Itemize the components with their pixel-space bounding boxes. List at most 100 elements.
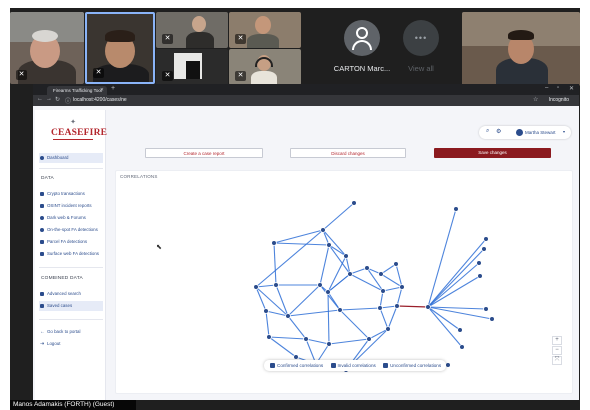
graph-node[interactable] bbox=[385, 326, 391, 332]
participant-tile-6[interactable]: ✕ bbox=[229, 49, 301, 85]
fit-view-button[interactable]: ⤧ bbox=[552, 356, 562, 365]
correlation-edge[interactable] bbox=[319, 244, 330, 286]
correlation-edge[interactable] bbox=[273, 242, 330, 246]
graph-node[interactable] bbox=[326, 242, 332, 248]
zoom-in-button[interactable]: + bbox=[552, 336, 562, 345]
graph-node[interactable] bbox=[476, 260, 482, 266]
graph-node[interactable] bbox=[489, 316, 495, 322]
graph-node[interactable] bbox=[366, 336, 372, 342]
invalid-correlation-edge[interactable] bbox=[396, 305, 429, 308]
graph-node[interactable] bbox=[266, 334, 272, 340]
graph-node[interactable] bbox=[347, 271, 353, 277]
graph-node[interactable] bbox=[343, 253, 349, 259]
correlation-edge[interactable] bbox=[287, 284, 321, 317]
correlation-edge[interactable] bbox=[427, 262, 480, 308]
ceasefire-logo[interactable]: ✦ CEASEFIRE bbox=[51, 118, 107, 142]
graph-node[interactable] bbox=[351, 200, 357, 206]
correlation-edge[interactable] bbox=[349, 273, 384, 292]
maximize-icon[interactable]: ▫ bbox=[557, 85, 559, 91]
graph-node[interactable] bbox=[399, 284, 405, 290]
graph-node[interactable] bbox=[380, 288, 386, 294]
browser-tab[interactable]: Firearms Trafficking Tool ✕ bbox=[47, 86, 107, 95]
url-field[interactable]: localhost:4200/cases/ne bbox=[73, 96, 127, 105]
close-tab-icon[interactable]: ✕ bbox=[100, 86, 104, 95]
settings-icon[interactable]: ⚙ bbox=[496, 128, 501, 135]
correlation-edge[interactable] bbox=[273, 242, 277, 286]
new-tab-icon[interactable]: + bbox=[111, 85, 115, 92]
sidebar-item-advanced-search[interactable]: Advanced search bbox=[39, 289, 103, 299]
graph-node[interactable] bbox=[303, 336, 309, 342]
sidebar-item-crypto[interactable]: Crypto transactions bbox=[39, 189, 103, 199]
graph-node[interactable] bbox=[483, 236, 489, 242]
correlation-edge[interactable] bbox=[387, 305, 398, 330]
graph-node[interactable] bbox=[325, 289, 331, 295]
back-icon[interactable]: ← bbox=[37, 96, 43, 102]
star-icon[interactable]: ☆ bbox=[533, 96, 538, 103]
sidebar-item-darkweb[interactable]: Dark web & Forums bbox=[39, 213, 103, 223]
graph-node[interactable] bbox=[445, 362, 451, 368]
correlation-edge[interactable] bbox=[305, 338, 330, 345]
graph-node[interactable] bbox=[394, 303, 400, 309]
correlation-edge[interactable] bbox=[275, 284, 289, 317]
correlation-edge[interactable] bbox=[382, 286, 403, 292]
save-changes-button[interactable]: Save changes bbox=[434, 148, 551, 158]
correlation-edge[interactable] bbox=[379, 307, 389, 330]
participant-tile-2[interactable]: ✕ bbox=[85, 12, 155, 84]
graph-node[interactable] bbox=[425, 304, 431, 310]
correlation-edge[interactable] bbox=[327, 291, 330, 345]
graph-node[interactable] bbox=[320, 227, 326, 233]
zoom-out-button[interactable]: − bbox=[552, 346, 562, 355]
sidebar-item-parcel[interactable]: Parcel FA detections bbox=[39, 237, 103, 247]
graph-node[interactable] bbox=[285, 313, 291, 319]
graph-node[interactable] bbox=[253, 284, 259, 290]
graph-node[interactable] bbox=[337, 307, 343, 313]
correlation-edge[interactable] bbox=[327, 273, 351, 293]
graph-node[interactable] bbox=[453, 206, 459, 212]
participant-tile-avatar[interactable]: CARTON Marc... bbox=[326, 12, 396, 86]
create-case-report-button[interactable]: Create a case report bbox=[145, 148, 263, 158]
sidebar-item-surfaceweb[interactable]: Surface web FA detections bbox=[39, 249, 103, 259]
graph-node[interactable] bbox=[459, 344, 465, 350]
correlation-edge[interactable] bbox=[265, 310, 270, 338]
correlation-edge[interactable] bbox=[255, 286, 267, 312]
sidebar-item-onthespot[interactable]: On-the-spot FA detections bbox=[39, 225, 103, 235]
search-icon[interactable]: ⌕ bbox=[486, 128, 489, 135]
graph-node[interactable] bbox=[483, 306, 489, 312]
graph-node[interactable] bbox=[477, 273, 483, 279]
correlation-edge[interactable] bbox=[368, 328, 389, 340]
graph-node[interactable] bbox=[377, 305, 383, 311]
discard-changes-button[interactable]: Discard changes bbox=[290, 148, 406, 158]
correlation-edge[interactable] bbox=[427, 238, 487, 308]
sidebar-item-logout[interactable]: ⇥ Logout bbox=[39, 339, 103, 349]
graph-node[interactable] bbox=[263, 308, 269, 314]
graph-node[interactable] bbox=[293, 354, 299, 360]
correlation-edge[interactable] bbox=[322, 202, 355, 231]
graph-node[interactable] bbox=[364, 265, 370, 271]
sidebar-item-back-to-portal[interactable]: ← Go back to portal bbox=[39, 327, 103, 337]
correlation-edge[interactable] bbox=[287, 315, 307, 340]
correlation-edge[interactable] bbox=[327, 291, 341, 311]
correlation-edge[interactable] bbox=[427, 306, 463, 348]
sidebar-item-dashboard[interactable]: Dashboard bbox=[39, 153, 103, 163]
graph-node[interactable] bbox=[393, 261, 399, 267]
graph-node[interactable] bbox=[326, 341, 332, 347]
sidebar-item-saved-cases[interactable]: Saved cases bbox=[39, 301, 103, 311]
correlation-edge[interactable] bbox=[339, 309, 370, 340]
graph-node[interactable] bbox=[271, 240, 277, 246]
participant-tile-3[interactable]: ✕ bbox=[156, 12, 228, 48]
view-all-button[interactable]: ••• View all bbox=[396, 12, 446, 86]
graph-node[interactable] bbox=[378, 271, 384, 277]
graph-node[interactable] bbox=[273, 282, 279, 288]
graph-node[interactable] bbox=[481, 246, 487, 252]
participant-tile-5[interactable]: ✕ bbox=[156, 49, 228, 85]
user-menu[interactable]: ⌕ ⚙ Martha Stewart ▾ bbox=[479, 126, 571, 139]
correlation-edge[interactable] bbox=[328, 338, 370, 345]
correlation-edge[interactable] bbox=[255, 286, 289, 317]
correlation-edge[interactable] bbox=[396, 286, 403, 307]
correlation-edge[interactable] bbox=[339, 307, 381, 311]
graph-node[interactable] bbox=[457, 327, 463, 333]
correlation-edge[interactable] bbox=[287, 309, 341, 317]
participant-tile-4[interactable]: ✕ bbox=[229, 12, 301, 48]
checkbox-invalid[interactable] bbox=[330, 363, 336, 368]
checkbox-confirmed[interactable] bbox=[270, 363, 275, 368]
